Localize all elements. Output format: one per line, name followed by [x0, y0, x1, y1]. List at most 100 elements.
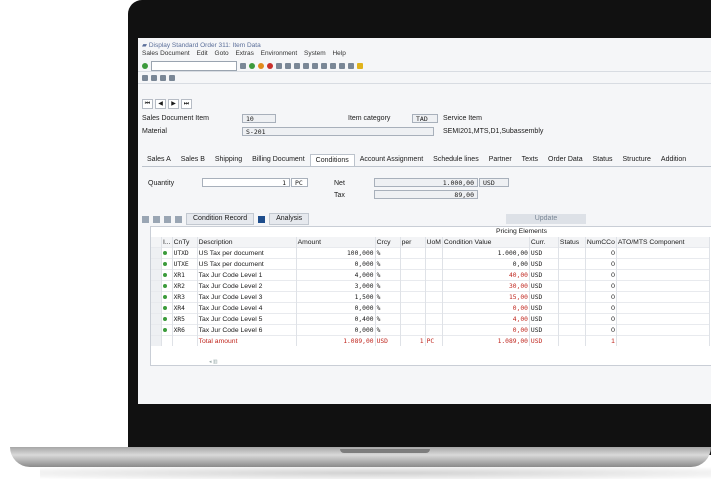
exit-icon[interactable]: [258, 62, 264, 69]
cell-curr[interactable]: USD: [529, 302, 559, 314]
table-row[interactable]: UTXE US Tax per document 0,000% 0,00 USD 0: [151, 258, 710, 270]
cell-status[interactable]: [558, 269, 586, 281]
row-selector[interactable]: [151, 291, 162, 303]
cell-amount[interactable]: 0,000: [296, 324, 376, 336]
cell-condition-value[interactable]: 15,00: [442, 291, 530, 303]
cell-crcy[interactable]: %: [375, 291, 401, 303]
cell-description[interactable]: Tax Jur Code Level 1: [197, 269, 297, 281]
cell-crcy[interactable]: %: [375, 313, 401, 325]
cell-condition-value[interactable]: 0,00: [442, 258, 530, 270]
shortcut-icon[interactable]: [348, 62, 354, 69]
cell-uom[interactable]: [425, 324, 443, 336]
row-selector[interactable]: [151, 258, 162, 270]
menu-edit[interactable]: Edit: [197, 50, 208, 57]
find-next-icon[interactable]: [294, 62, 300, 69]
cell-per[interactable]: [400, 269, 426, 281]
item-field[interactable]: 10: [242, 114, 276, 123]
row-selector[interactable]: [151, 302, 162, 314]
cell-uom[interactable]: [425, 247, 443, 259]
cell-uom[interactable]: [425, 269, 443, 281]
col-curr[interactable]: Curr.: [529, 237, 559, 248]
col-numcco[interactable]: NumCCo: [585, 237, 617, 248]
last-item-button[interactable]: ⏭: [181, 99, 192, 109]
menu-system[interactable]: System: [304, 50, 326, 57]
first-page-icon[interactable]: [303, 62, 309, 69]
table-row[interactable]: XR6 Tax Jur Code Level 6 0,000% 0,00 USD 0: [151, 324, 710, 336]
col-crcy[interactable]: Crcy: [375, 237, 401, 248]
col-description[interactable]: Description: [197, 237, 297, 248]
cell-numcco[interactable]: 0: [585, 269, 617, 281]
overview-icon[interactable]: [160, 74, 166, 81]
cell-numcco[interactable]: 0: [585, 291, 617, 303]
cell-condition-value[interactable]: 40,00: [442, 269, 530, 281]
cell-per[interactable]: [400, 324, 426, 336]
cell-description[interactable]: Tax Jur Code Level 4: [197, 302, 297, 314]
total-row[interactable]: Total amount 1.089,00 USD 1 PC 1.089,00 USD 1: [151, 335, 710, 346]
cancel-icon[interactable]: [267, 62, 273, 69]
cell-cnty[interactable]: UTXE: [172, 258, 198, 270]
next-item-button[interactable]: ▶: [168, 99, 179, 109]
horizontal-scroll-icon[interactable]: ◂ ▥: [209, 359, 218, 365]
row-selector[interactable]: [151, 313, 162, 325]
cell-per[interactable]: [400, 280, 426, 292]
menu-sales-document[interactable]: Sales Document: [142, 50, 190, 57]
cell-numcco[interactable]: 0: [585, 324, 617, 336]
row-selector[interactable]: [151, 280, 162, 292]
menu-environment[interactable]: Environment: [261, 50, 298, 57]
cell-status[interactable]: [558, 291, 586, 303]
cell-crcy[interactable]: %: [375, 258, 401, 270]
cell-curr[interactable]: USD: [529, 324, 559, 336]
menu-goto[interactable]: Goto: [215, 50, 229, 57]
net-field[interactable]: 1.000,00: [374, 178, 478, 187]
update-button[interactable]: Update: [506, 214, 586, 224]
tab-account-assignment[interactable]: Account Assignment: [355, 154, 428, 166]
cell-cnty[interactable]: XR4: [172, 302, 198, 314]
cell-condition-value[interactable]: 1.000,00: [442, 247, 530, 259]
col-uom[interactable]: UoM: [425, 237, 443, 248]
cell-status[interactable]: [558, 280, 586, 292]
cell-description[interactable]: Tax Jur Code Level 6: [197, 324, 297, 336]
cell-status[interactable]: [558, 324, 586, 336]
tab-sales-a[interactable]: Sales A: [142, 154, 176, 166]
cell-per[interactable]: [400, 313, 426, 325]
cell-amount[interactable]: 3,000: [296, 280, 376, 292]
cell-status[interactable]: [558, 313, 586, 325]
back-icon[interactable]: [249, 62, 255, 69]
cell-cnty[interactable]: UTXD: [172, 247, 198, 259]
cell-description[interactable]: Tax Jur Code Level 3: [197, 291, 297, 303]
save-icon[interactable]: [240, 62, 246, 69]
menu-extras[interactable]: Extras: [235, 50, 253, 57]
table-row[interactable]: XR4 Tax Jur Code Level 4 0,000% 0,00 USD 0: [151, 302, 710, 314]
menu-help[interactable]: Help: [332, 50, 345, 57]
cell-crcy[interactable]: %: [375, 324, 401, 336]
category-field[interactable]: TAD: [412, 114, 438, 123]
tab-sales-b[interactable]: Sales B: [176, 154, 210, 166]
cell-curr[interactable]: USD: [529, 313, 559, 325]
document-flow-icon[interactable]: [169, 74, 175, 81]
cell-ato-mts[interactable]: [616, 324, 710, 336]
cell-description[interactable]: US Tax per document: [197, 258, 297, 270]
cell-cnty[interactable]: XR1: [172, 269, 198, 281]
row-selector[interactable]: [151, 335, 162, 346]
cell-crcy[interactable]: %: [375, 302, 401, 314]
tab-partner[interactable]: Partner: [484, 154, 517, 166]
next-page-icon[interactable]: [321, 62, 327, 69]
cell-amount[interactable]: 0,000: [296, 258, 376, 270]
cell-uom[interactable]: [425, 258, 443, 270]
cell-cnty[interactable]: XR2: [172, 280, 198, 292]
cell-amount[interactable]: 0,000: [296, 302, 376, 314]
cell-numcco[interactable]: 0: [585, 313, 617, 325]
print-icon[interactable]: [276, 62, 282, 69]
tab-order-data[interactable]: Order Data: [543, 154, 588, 166]
cell-per[interactable]: [400, 302, 426, 314]
cell-amount[interactable]: 0,400: [296, 313, 376, 325]
tab-addition[interactable]: Addition: [656, 154, 691, 166]
cell-description[interactable]: Tax Jur Code Level 2: [197, 280, 297, 292]
cell-per[interactable]: [400, 291, 426, 303]
cell-status[interactable]: [558, 302, 586, 314]
cell-cnty[interactable]: XR3: [172, 291, 198, 303]
row-selector[interactable]: [151, 247, 162, 259]
cell-cnty[interactable]: XR5: [172, 313, 198, 325]
cell-numcco[interactable]: 0: [585, 247, 617, 259]
analysis-button[interactable]: Analysis: [269, 213, 310, 225]
